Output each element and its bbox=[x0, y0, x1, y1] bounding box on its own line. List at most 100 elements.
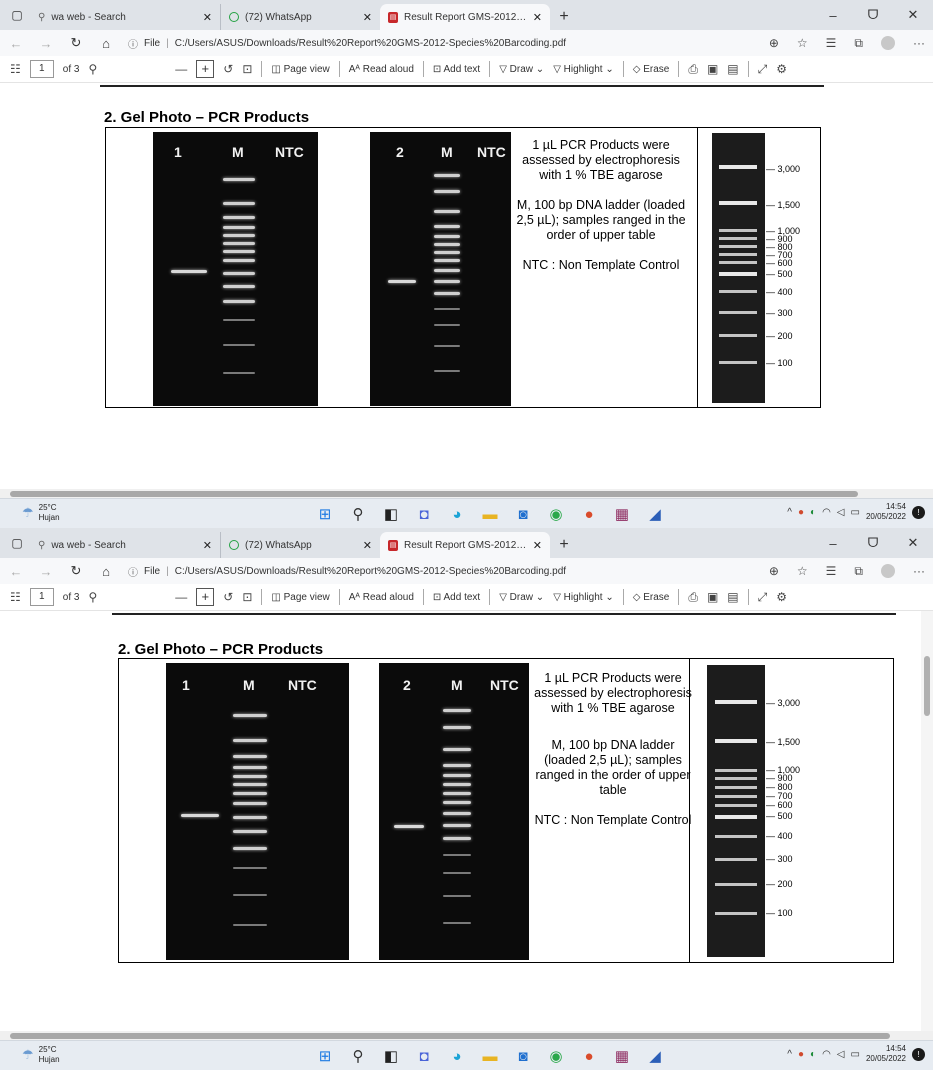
home-icon[interactable]: ⌂ bbox=[98, 36, 114, 51]
rotate-icon[interactable]: ↺ bbox=[223, 62, 233, 76]
close-window-icon[interactable]: ✕ bbox=[893, 0, 933, 30]
edge-icon[interactable]: ◕ bbox=[446, 503, 468, 525]
save-as-icon[interactable]: ▤ bbox=[727, 590, 738, 604]
contents-icon[interactable]: ☷ bbox=[10, 590, 21, 604]
tray-app-icon[interactable]: ● bbox=[798, 1049, 804, 1060]
new-tab-button[interactable]: + bbox=[550, 532, 578, 558]
settings-icon[interactable]: ⚙ bbox=[776, 590, 787, 604]
volume-icon[interactable]: ◁ bbox=[837, 1049, 845, 1060]
minimize-icon[interactable]: – bbox=[813, 0, 853, 30]
scrollbar-thumb[interactable] bbox=[924, 656, 930, 716]
notification-icon[interactable]: ! bbox=[912, 1047, 925, 1061]
photos-icon[interactable]: ◢ bbox=[644, 1045, 666, 1067]
zoom-out-icon[interactable]: — bbox=[175, 62, 187, 76]
zoom-out-icon[interactable]: — bbox=[175, 590, 187, 604]
erase-button[interactable]: ◇ Erase bbox=[633, 64, 670, 75]
more-icon[interactable]: ··· bbox=[913, 36, 925, 50]
close-window-icon[interactable]: ✕ bbox=[893, 528, 933, 558]
find-icon[interactable]: ⚲ bbox=[88, 590, 97, 604]
wifi-icon[interactable]: ◠ bbox=[822, 507, 831, 518]
scrollbar-thumb[interactable] bbox=[10, 1033, 890, 1039]
chevron-up-icon[interactable]: ^ bbox=[787, 507, 792, 518]
tab-pdf-report[interactable]: ▤ Result Report GMS-2012-Species ✕ bbox=[380, 4, 550, 30]
add-text-button[interactable]: ⊡ Add text bbox=[433, 64, 480, 75]
avatar[interactable] bbox=[881, 564, 895, 578]
home-icon[interactable]: ⌂ bbox=[98, 564, 114, 579]
wifi-icon[interactable]: ◠ bbox=[822, 1049, 831, 1060]
minimize-icon[interactable]: – bbox=[813, 528, 853, 558]
read-aloud-button[interactable]: Aᴬ Read aloud bbox=[349, 592, 414, 603]
chrome-icon[interactable]: ◉ bbox=[545, 503, 567, 525]
avatar[interactable] bbox=[881, 36, 895, 50]
page-view-button[interactable]: ◫ Page view bbox=[271, 592, 329, 603]
tray-app-icon[interactable]: ◐ bbox=[810, 1049, 816, 1060]
tab-pdf-report[interactable]: ▤ Result Report GMS-2012-Species ✕ bbox=[380, 532, 550, 558]
highlight-button[interactable]: ▽ Highlight ⌄ bbox=[553, 64, 614, 75]
print-icon[interactable]: ⎙ bbox=[688, 62, 698, 77]
search-icon[interactable]: ⚲ bbox=[347, 503, 369, 525]
notification-icon[interactable]: ! bbox=[912, 505, 925, 519]
vertical-scrollbar[interactable] bbox=[921, 611, 933, 1031]
read-aloud-button[interactable]: Aᴬ Read aloud bbox=[349, 64, 414, 75]
chat-icon[interactable]: ◘ bbox=[413, 1045, 435, 1067]
clock[interactable]: 14:54 20/05/2022 bbox=[866, 502, 906, 522]
close-icon[interactable]: ✕ bbox=[203, 539, 212, 552]
chat-icon[interactable]: ◘ bbox=[413, 503, 435, 525]
info-icon[interactable]: ⓘ bbox=[128, 564, 138, 579]
windows-start-icon[interactable]: ⊞ bbox=[314, 503, 336, 525]
winrar-icon[interactable]: ▦ bbox=[611, 1045, 633, 1067]
tray-app-icon[interactable]: ● bbox=[798, 507, 804, 518]
store-icon[interactable]: ◙ bbox=[512, 1045, 534, 1067]
edge-icon[interactable]: ◕ bbox=[446, 1045, 468, 1067]
tab-whatsapp[interactable]: (72) WhatsApp ✕ bbox=[220, 532, 380, 558]
search-icon[interactable]: ⚲ bbox=[347, 1045, 369, 1067]
zoom-in-icon[interactable]: + bbox=[196, 60, 215, 78]
collections-icon[interactable]: ⧉ bbox=[854, 564, 863, 579]
save-as-icon[interactable]: ▤ bbox=[727, 62, 738, 76]
settings-icon[interactable]: ⚙ bbox=[776, 62, 787, 76]
chrome-icon[interactable]: ◉ bbox=[545, 1045, 567, 1067]
photos-icon[interactable]: ◢ bbox=[644, 503, 666, 525]
favorite-icon[interactable]: ☆ bbox=[797, 36, 808, 50]
zoom-icon[interactable]: ⊕ bbox=[769, 36, 779, 50]
favorites-list-icon[interactable]: ☰ bbox=[826, 564, 837, 578]
powerpoint-icon[interactable]: ● bbox=[578, 503, 600, 525]
weather-widget[interactable]: ☂ 25°C Hujan bbox=[22, 503, 60, 523]
chevron-up-icon[interactable]: ^ bbox=[787, 1049, 792, 1060]
find-icon[interactable]: ⚲ bbox=[88, 62, 97, 76]
close-icon[interactable]: ✕ bbox=[203, 11, 212, 24]
highlight-button[interactable]: ▽ Highlight ⌄ bbox=[553, 592, 614, 603]
contents-icon[interactable]: ☷ bbox=[10, 62, 21, 76]
forward-icon[interactable]: → bbox=[38, 564, 54, 579]
forward-icon[interactable]: → bbox=[38, 36, 54, 51]
tab-search[interactable]: ⚲ wa web - Search ✕ bbox=[30, 4, 220, 30]
tab-search[interactable]: ⚲ wa web - Search ✕ bbox=[30, 532, 220, 558]
file-explorer-icon[interactable]: ▬ bbox=[479, 1045, 501, 1067]
info-icon[interactable]: ⓘ bbox=[128, 36, 138, 51]
zoom-icon[interactable]: ⊕ bbox=[769, 564, 779, 578]
windows-start-icon[interactable]: ⊞ bbox=[314, 1045, 336, 1067]
restore-icon[interactable]: ᗜ bbox=[853, 0, 893, 30]
task-view-icon[interactable]: ◧ bbox=[380, 1045, 402, 1067]
more-icon[interactable]: ··· bbox=[913, 564, 925, 578]
volume-icon[interactable]: ◁ bbox=[837, 507, 845, 518]
print-icon[interactable]: ⎙ bbox=[688, 590, 698, 605]
draw-button[interactable]: ▽ Draw ⌄ bbox=[499, 592, 544, 603]
task-view-icon[interactable]: ◧ bbox=[380, 503, 402, 525]
collections-icon[interactable]: ⧉ bbox=[854, 36, 863, 51]
refresh-icon[interactable]: ↻ bbox=[68, 35, 84, 51]
add-text-button[interactable]: ⊡ Add text bbox=[433, 592, 480, 603]
fit-page-icon[interactable]: ⊡ bbox=[242, 590, 252, 604]
store-icon[interactable]: ◙ bbox=[512, 503, 534, 525]
save-icon[interactable]: ▣ bbox=[707, 590, 718, 604]
battery-icon[interactable]: ▭ bbox=[851, 507, 860, 518]
clock[interactable]: 14:54 20/05/2022 bbox=[866, 1044, 906, 1064]
draw-button[interactable]: ▽ Draw ⌄ bbox=[499, 64, 544, 75]
close-icon[interactable]: ✕ bbox=[363, 11, 372, 24]
url-field[interactable]: ⓘ File | C:/Users/ASUS/Downloads/Result%… bbox=[128, 564, 755, 579]
page-view-button[interactable]: ◫ Page view bbox=[271, 64, 329, 75]
zoom-in-icon[interactable]: + bbox=[196, 588, 215, 606]
close-icon[interactable]: ✕ bbox=[363, 539, 372, 552]
battery-icon[interactable]: ▭ bbox=[851, 1049, 860, 1060]
page-number-input[interactable]: 1 bbox=[29, 60, 54, 78]
